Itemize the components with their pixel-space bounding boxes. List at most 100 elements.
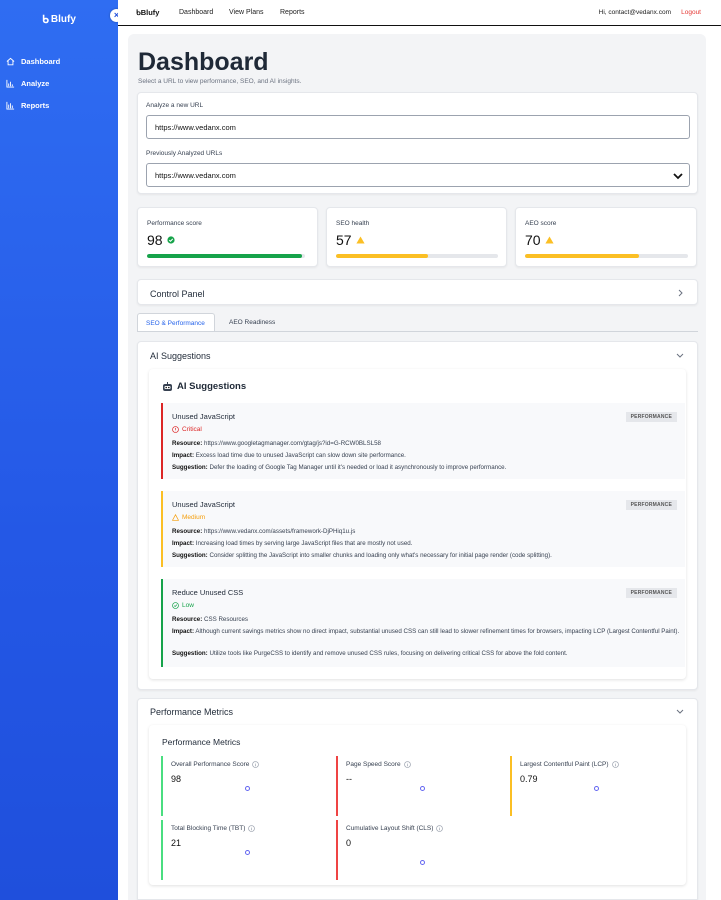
loading-indicator-icon: [594, 786, 599, 791]
sidebar-nav: Dashboard Analyze Reports: [0, 50, 118, 116]
bar-chart-icon: [6, 79, 15, 88]
suggestion-text: Suggestion: Utilize tools like PurgeCSS …: [172, 650, 568, 657]
logout-link[interactable]: Logout: [681, 9, 701, 16]
alert-circle-icon: [172, 426, 179, 433]
page-title: Dashboard: [138, 48, 269, 76]
info-icon[interactable]: [403, 761, 411, 768]
chevron-down-icon[interactable]: [676, 353, 684, 358]
score-label: AEO score: [525, 220, 557, 227]
metric-value: 0: [346, 838, 352, 848]
control-panel-accordion[interactable]: Control Panel: [137, 279, 698, 305]
sidebar: ᑲ Blufy × Dashboard Analyze Reports: [0, 0, 123, 900]
seo-health-card: SEO health 57: [326, 207, 507, 267]
chevron-down-icon[interactable]: [676, 709, 684, 714]
score-progress-bar: [525, 254, 688, 258]
aeo-score-card: AEO score 70: [515, 207, 697, 267]
metric-value: 21: [171, 838, 182, 848]
info-icon[interactable]: [436, 825, 444, 832]
nav-link-dashboard[interactable]: Dashboard: [179, 9, 213, 16]
warning-icon: [544, 236, 554, 244]
chevron-down-icon: [673, 173, 683, 180]
suggestion-text: Suggestion: Defer the loading of Google …: [172, 464, 507, 471]
sidebar-item-dashboard[interactable]: Dashboard: [0, 50, 118, 72]
sidebar-item-reports[interactable]: Reports: [0, 94, 118, 116]
performance-metrics-section: Performance Metrics Performance Metrics …: [137, 698, 698, 900]
suggestion-item: Unused JavaScript Medium PERFORMANCE Res…: [161, 491, 685, 567]
performance-metrics-header[interactable]: Performance Metrics: [150, 707, 233, 717]
ai-suggestions-section: AI Suggestions AI Suggestions Unused Jav…: [137, 341, 698, 690]
severity-badge: Critical: [172, 426, 202, 433]
warning-icon: [355, 236, 365, 244]
performance-score-card: Performance score 98: [137, 207, 318, 267]
sidebar-logo[interactable]: ᑲ Blufy: [42, 13, 76, 26]
score-label: Performance score: [147, 220, 202, 227]
blufy-logo-icon: ᑲ: [42, 14, 49, 26]
tab-aeo-readiness[interactable]: AEO Readiness: [222, 313, 288, 332]
info-icon[interactable]: [611, 761, 619, 768]
warning-outline-icon: [172, 514, 179, 521]
nav-link-reports[interactable]: Reports: [280, 9, 305, 16]
metric-name: Page Speed Score: [346, 761, 411, 768]
loading-indicator-icon: [420, 786, 425, 791]
page-subtitle: Select a URL to view performance, SEO, a…: [138, 78, 302, 85]
tabs-divider: [137, 331, 698, 332]
nav-link-view-plans[interactable]: View Plans: [229, 9, 264, 16]
score-value: 57: [336, 232, 365, 248]
sidebar-item-analyze[interactable]: Analyze: [0, 72, 118, 94]
suggestion-item: Reduce Unused CSS Low PERFORMANCE Resour…: [161, 579, 685, 667]
loading-indicator-icon: [245, 786, 250, 791]
metric-name: Largest Contentful Paint (LCP): [520, 761, 619, 768]
bar-chart-icon: [6, 101, 15, 110]
score-label: SEO health: [336, 220, 370, 227]
ai-suggestions-header[interactable]: AI Suggestions: [150, 351, 211, 361]
info-icon[interactable]: [252, 761, 260, 768]
main-content: Dashboard Select a URL to view performan…: [128, 34, 706, 900]
robot-icon: [163, 381, 172, 391]
suggestion-impact: Impact: Increasing load times by serving…: [172, 540, 413, 547]
new-url-label: Analyze a new URL: [146, 102, 204, 109]
metric-value: 98: [171, 774, 182, 784]
suggestion-item: Unused JavaScript Critical PERFORMANCE R…: [161, 403, 685, 479]
severity-badge: Low: [172, 602, 194, 609]
previous-urls-label: Previously Analyzed URLs: [146, 150, 223, 157]
suggestion-title: Reduce Unused CSS: [172, 588, 244, 597]
metric-name: Cumulative Layout Shift (CLS): [346, 825, 444, 832]
metric-card: Page Speed Score --: [336, 756, 496, 816]
user-greeting: Hi, contact@vedanx.com: [598, 9, 671, 16]
suggestion-title: Unused JavaScript: [172, 412, 235, 421]
metric-card: Overall Performance Score 98: [161, 756, 321, 816]
loading-indicator-icon: [245, 850, 250, 855]
top-navbar: ᑲBlufy Dashboard View Plans Reports Hi, …: [118, 0, 721, 26]
suggestion-resource: Resource: https://www.vedanx.com/assets/…: [172, 528, 356, 535]
performance-metrics-inner-title: Performance Metrics: [162, 737, 241, 747]
suggestion-resource: Resource: https://www.googletagmanager.c…: [172, 440, 381, 447]
category-tag: PERFORMANCE: [625, 412, 677, 422]
category-tag: PERFORMANCE: [625, 588, 677, 598]
loading-indicator-icon: [420, 860, 425, 865]
check-circle-icon: [166, 236, 175, 244]
score-progress-bar: [147, 254, 305, 258]
url-input[interactable]: https://www.vedanx.com: [146, 115, 690, 139]
suggestion-title: Unused JavaScript: [172, 500, 235, 509]
score-value: 70: [525, 232, 554, 248]
navbar-logo[interactable]: ᑲBlufy: [136, 8, 159, 17]
metric-value: 0.79: [520, 774, 538, 784]
suggestion-text: Suggestion: Consider splitting the JavaS…: [172, 552, 552, 559]
metric-card: Total Blocking Time (TBT) 21: [161, 820, 321, 880]
info-icon[interactable]: [248, 825, 256, 832]
home-icon: [6, 57, 15, 65]
score-progress-bar: [336, 254, 498, 258]
tab-seo-performance[interactable]: SEO & Performance: [137, 313, 215, 332]
metric-name: Overall Performance Score: [171, 761, 260, 768]
category-tag: PERFORMANCE: [625, 500, 677, 510]
metric-card: Largest Contentful Paint (LCP) 0.79: [510, 756, 670, 816]
metric-name: Total Blocking Time (TBT): [171, 825, 256, 832]
performance-metrics-panel: Performance Metrics Overall Performance …: [149, 725, 686, 885]
control-panel-title: Control Panel: [150, 289, 205, 299]
previous-urls-select[interactable]: https://www.vedanx.com: [146, 163, 690, 187]
url-analyze-card: Analyze a new URL https://www.vedanx.com…: [137, 92, 698, 194]
check-circle-icon: [172, 602, 179, 609]
suggestion-resource: Resource: CSS Resources: [172, 616, 249, 623]
ai-suggestions-inner-title: AI Suggestions: [162, 381, 246, 392]
chevron-right-icon: [678, 289, 683, 297]
